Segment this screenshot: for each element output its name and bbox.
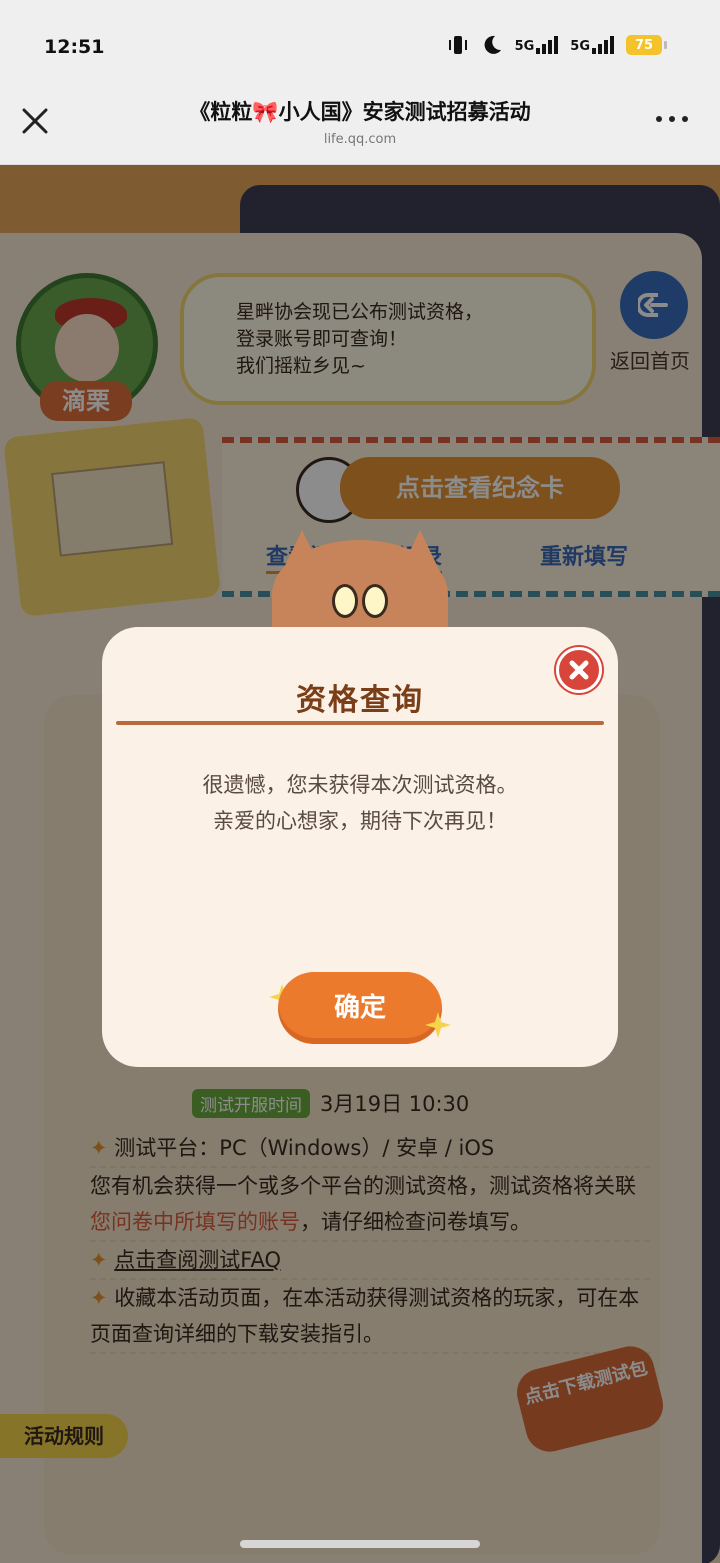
status-icons: 5G 5G 75 xyxy=(447,34,667,56)
modal-divider xyxy=(116,721,604,725)
status-bar: 12:51 5G 5G 75 xyxy=(0,0,720,92)
modal-title: 资格查询 xyxy=(296,683,424,718)
cat-eye xyxy=(362,584,388,618)
vibrate-icon xyxy=(448,36,467,54)
modal-message: 很遗憾，您未获得本次测试资格。 亲爱的心想家，期待下次再见！ xyxy=(102,767,618,839)
qualification-modal: 资格查询 很遗憾，您未获得本次测试资格。 亲爱的心想家，期待下次再见！ 确定 xyxy=(102,627,618,1067)
more-icon[interactable] xyxy=(656,116,688,122)
page-domain: life.qq.com xyxy=(323,132,397,147)
signal-5g-icon: 5G xyxy=(515,36,559,54)
battery-icon: 75 xyxy=(626,35,667,55)
page-title: 《粒粒🎀小人国》安家测试招募活动 xyxy=(189,100,531,124)
signal-5g-icon-2: 5G xyxy=(570,36,614,54)
nav-bar: 《粒粒🎀小人国》安家测试招募活动 life.qq.com xyxy=(0,92,720,165)
star-icon xyxy=(425,1012,451,1038)
confirm-button[interactable]: 确定 xyxy=(278,972,442,1044)
modal-close-button[interactable] xyxy=(556,647,602,693)
status-time: 12:51 xyxy=(44,36,105,58)
cat-eye xyxy=(332,584,358,618)
message-line: 亲爱的心想家，期待下次再见！ xyxy=(213,809,507,833)
message-line: 很遗憾，您未获得本次测试资格。 xyxy=(202,773,518,797)
close-icon xyxy=(569,660,589,680)
home-indicator[interactable] xyxy=(240,1540,480,1548)
moon-icon xyxy=(484,35,501,54)
